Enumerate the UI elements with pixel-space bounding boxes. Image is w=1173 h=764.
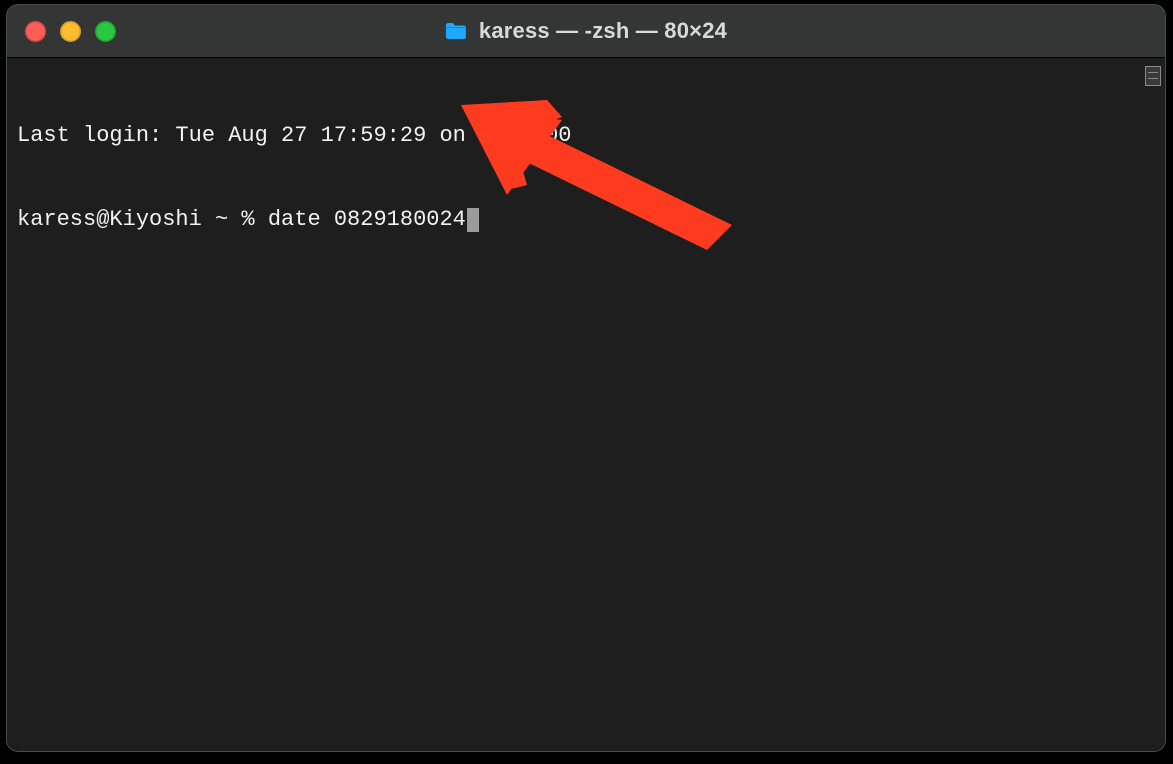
prompt-line[interactable]: karess@Kiyoshi ~ % date 0829180024	[17, 206, 1155, 234]
traffic-lights	[25, 21, 116, 42]
last-login-text: Last login: Tue Aug 27 17:59:29 on ttys0…	[17, 122, 572, 150]
command-text: date 0829180024	[268, 206, 466, 234]
scrollbar-track[interactable]	[1143, 58, 1165, 752]
scroll-indicator-icon[interactable]	[1145, 66, 1161, 86]
window-title-group: karess — -zsh — 80×24	[445, 18, 727, 44]
terminal-window: karess — -zsh — 80×24 Last login: Tue Au…	[6, 4, 1166, 752]
terminal-area[interactable]: Last login: Tue Aug 27 17:59:29 on ttys0…	[7, 58, 1165, 752]
prompt-text: karess@Kiyoshi ~ %	[17, 206, 268, 234]
zoom-button[interactable]	[95, 21, 116, 42]
close-button[interactable]	[25, 21, 46, 42]
last-login-line: Last login: Tue Aug 27 17:59:29 on ttys0…	[17, 122, 1155, 150]
titlebar: karess — -zsh — 80×24	[7, 5, 1165, 58]
window-title: karess — -zsh — 80×24	[479, 18, 727, 44]
folder-icon	[445, 22, 467, 40]
text-cursor	[467, 208, 479, 232]
minimize-button[interactable]	[60, 21, 81, 42]
